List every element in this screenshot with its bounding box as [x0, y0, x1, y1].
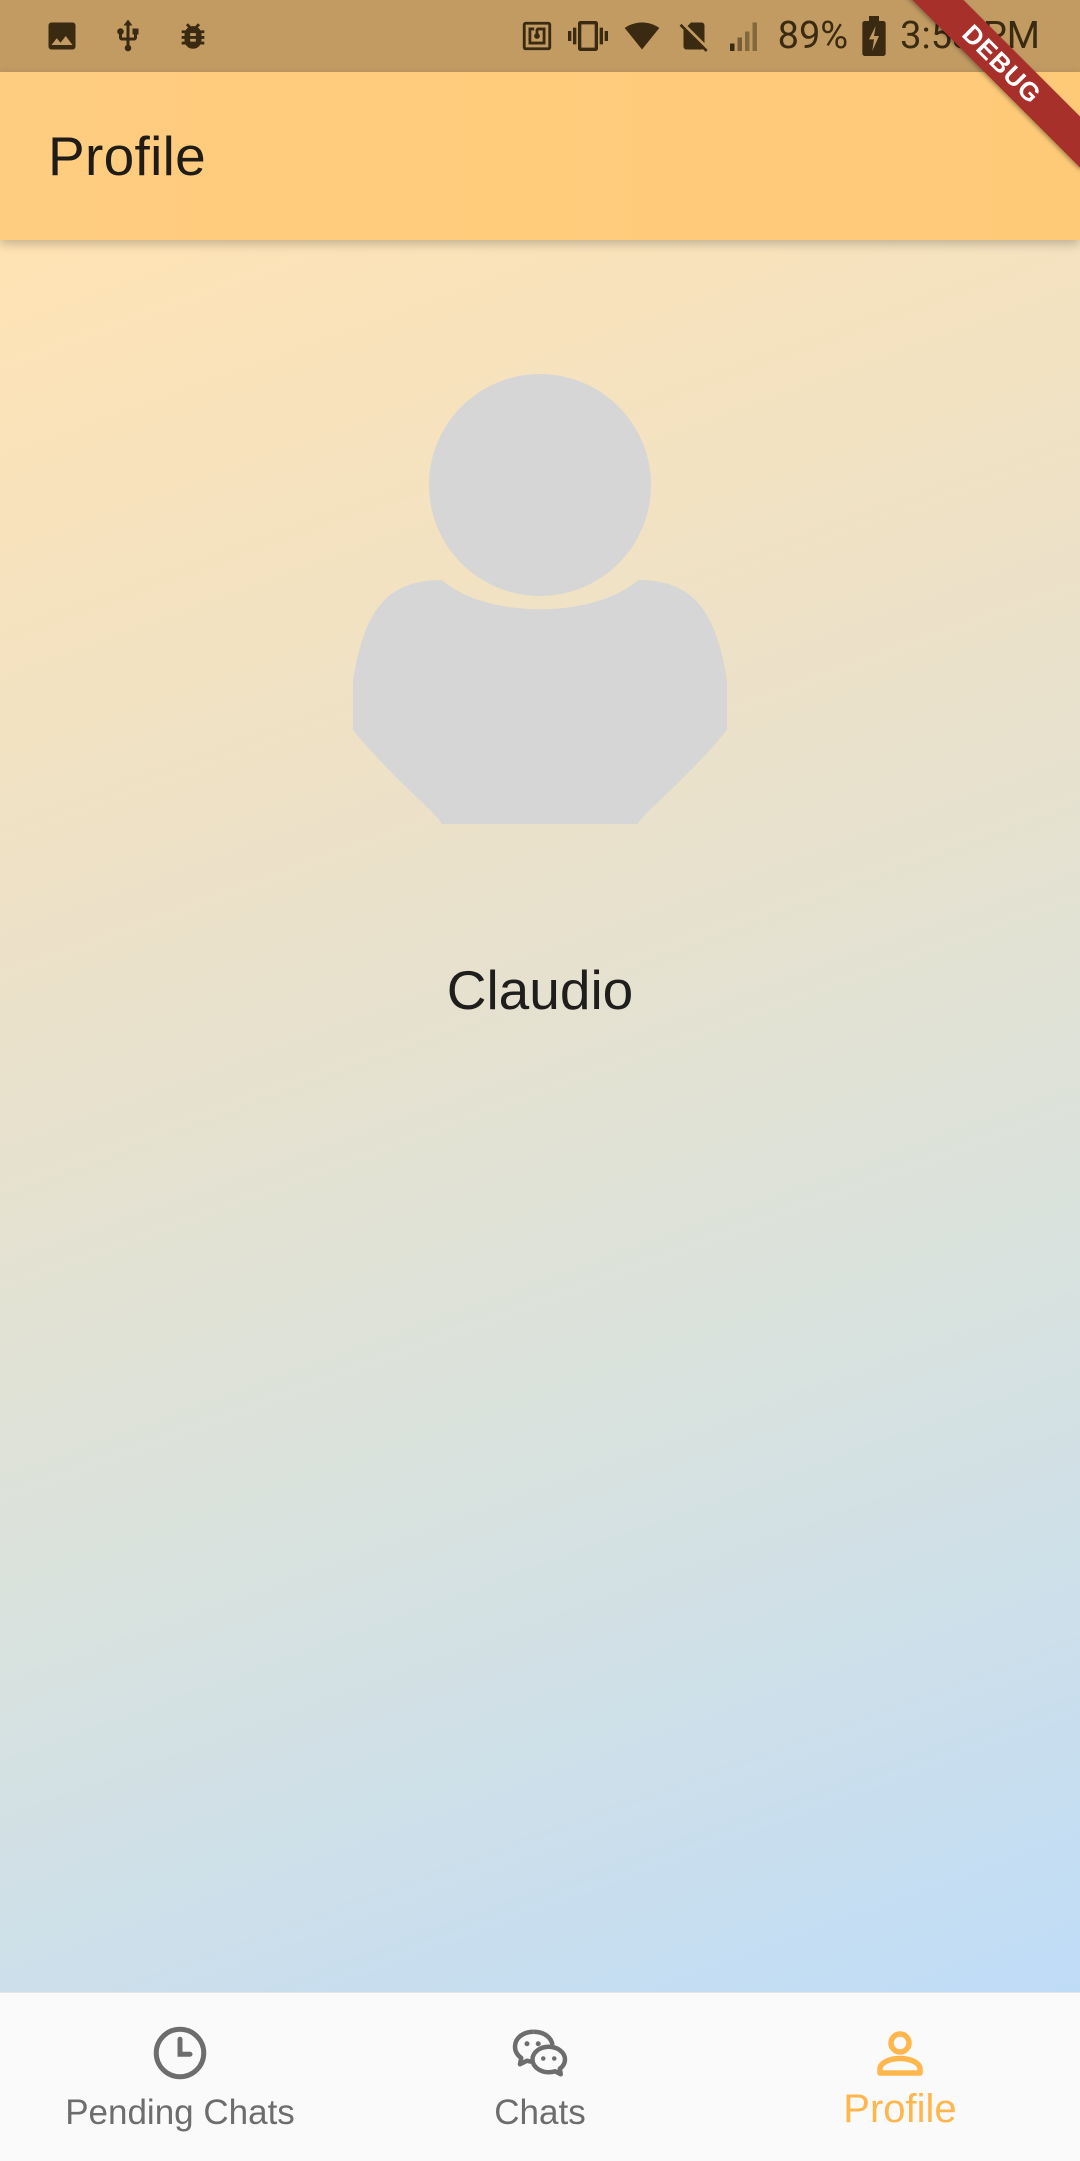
- bottom-navigation: Pending Chats Chats Profile: [0, 1992, 1080, 2161]
- wifi-icon: [622, 18, 662, 54]
- battery-charging-icon: [862, 16, 886, 56]
- person-avatar-icon: [353, 374, 727, 824]
- nav-item-pending-chats[interactable]: Pending Chats: [0, 1993, 360, 2161]
- page-title: Profile: [48, 125, 206, 187]
- debug-banner-label: DEBUG: [900, 0, 1080, 169]
- vibrate-icon: [567, 16, 608, 56]
- person-icon: [877, 2031, 923, 2076]
- nav-item-profile[interactable]: Profile: [720, 1993, 1080, 2161]
- no-sim-icon: [676, 18, 712, 54]
- chat-bubbles-icon: [512, 2029, 568, 2077]
- clock-icon: [153, 2026, 207, 2080]
- profile-name: Claudio: [446, 959, 634, 1021]
- profile-content: Claudio: [0, 240, 1080, 1992]
- bug-icon: [176, 18, 210, 54]
- nav-label-pending-chats: Pending Chats: [65, 2093, 295, 2132]
- nav-label-chats: Chats: [494, 2093, 586, 2132]
- usb-icon: [110, 16, 146, 56]
- nav-label-profile: Profile: [843, 2087, 957, 2131]
- battery-percentage: 89%: [777, 14, 849, 58]
- status-left-icons: [44, 14, 210, 58]
- debug-banner: DEBUG: [900, 0, 1080, 180]
- nfc-icon: [520, 18, 554, 54]
- image-icon: [44, 18, 80, 54]
- signal-icon: [726, 18, 764, 54]
- nav-item-chats[interactable]: Chats: [360, 1993, 720, 2161]
